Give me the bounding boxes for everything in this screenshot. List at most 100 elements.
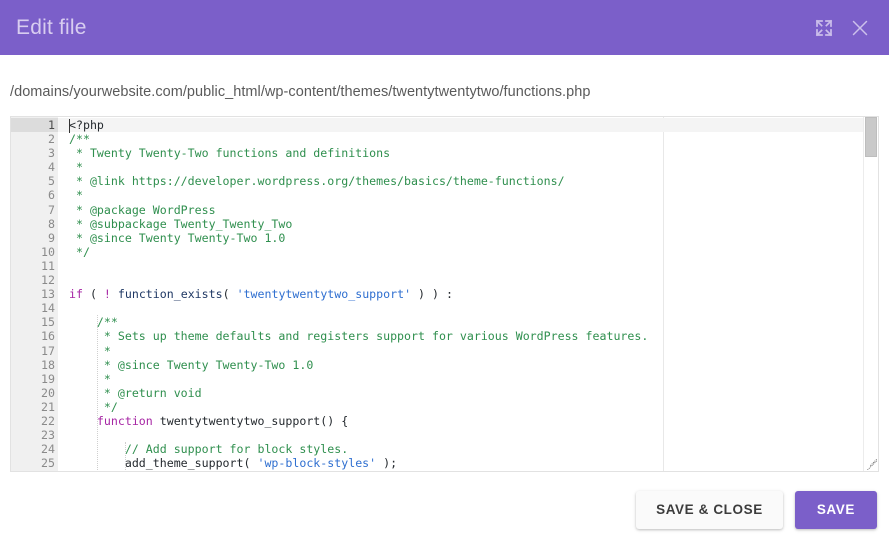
code-token-comment: * [69,343,111,358]
code-line: <?php [58,118,878,133]
line-number-text: 6 [48,188,55,203]
code-token-kw: function [96,413,153,428]
code-token-comment: * Twenty Twenty-Two functions and defini… [69,146,391,161]
code-token-comment: */ [69,399,118,414]
code-line: * [58,344,878,358]
code-token-fn: function_exists [117,287,223,302]
code-editor[interactable]: 1 2 3 4 5 6 7 8 9 10 11 12 13 14 15 16 17 18 19 20 21 22 23 24 2… [10,116,879,472]
modal-header: Edit file [0,0,889,55]
code-token-comment: * Sets up theme defaults and registers s… [69,329,649,344]
code-token-plain: ( [82,287,104,302]
line-number-text: 20 [41,385,55,400]
line-number: 19 [11,372,58,386]
expand-icon[interactable] [813,17,835,39]
code-token-plain: ( [222,287,237,302]
save-and-close-button[interactable]: SAVE & CLOSE [636,490,783,529]
code-line: * @subpackage Twenty_Twenty_Two [58,217,878,231]
code-line: /** [58,315,878,329]
line-number-text: 24 [41,442,55,457]
line-number-gutter: 1 2 3 4 5 6 7 8 9 10 11 12 13 14 15 16 17 18 19 20 21 22 23 24 2… [11,117,58,471]
line-number: 17 [11,344,58,358]
code-content-area[interactable]: <?php/** * Twenty Twenty-Two functions a… [58,117,878,471]
line-number: 22 [11,414,58,428]
code-token-comment: * [69,371,111,386]
code-token-str: 'wp-block-styles' [257,456,377,471]
line-number-text: 18 [41,357,55,372]
code-token-plain: <?php [69,118,104,132]
line-number: 10 [11,245,58,259]
line-number: 1 [11,118,58,133]
line-number-text: 7 [48,202,55,217]
code-token-comment: * @package WordPress [69,202,216,217]
line-number: 12 [11,273,58,287]
indent-guide [96,315,98,471]
editor-resize-handle[interactable] [864,457,877,470]
code-line: // Add support for block styles. [58,442,878,456]
code-line: */ [58,245,878,259]
editor-scrollbar-thumb[interactable] [865,117,877,157]
line-number: 21 [11,400,58,414]
code-line: * [58,372,878,386]
code-token-plain: ) ) : [411,287,453,302]
line-number: 18 [11,358,58,372]
line-number-text: 11 [41,258,55,273]
code-line: if ( ! function_exists( 'twentytwentytwo… [58,287,878,301]
code-line: * [58,160,878,174]
dialog-footer: SAVE & CLOSE SAVE [0,472,889,547]
line-number: 8 [11,217,58,231]
code-token-comment: * [69,188,83,203]
line-number-text: 15 [41,315,55,330]
line-number-text: 5 [48,174,55,189]
line-number: 3 [11,146,58,160]
line-number-text: 12 [41,273,55,288]
save-button[interactable]: SAVE [794,490,877,529]
line-number: 23 [11,428,58,442]
editor-vertical-scrollbar[interactable] [863,117,878,471]
code-line: /** [58,132,878,146]
code-line: * Sets up theme defaults and registers s… [58,329,878,343]
code-line: * Twenty Twenty-Two functions and defini… [58,146,878,160]
line-number-text: 14 [41,301,55,316]
code-line: * @since Twenty Twenty-Two 1.0 [58,231,878,245]
code-token-comment: /** [69,132,90,147]
line-number: 5 [11,174,58,188]
code-token-comment: * [69,160,83,175]
code-token-kw: if [69,287,83,302]
file-path-label: /domains/yourwebsite.com/public_html/wp-… [10,84,591,100]
line-number: 16 [11,329,58,343]
code-token-plain: twentytwentytwo_support() { [152,413,349,428]
code-editor-inner: 1 2 3 4 5 6 7 8 9 10 11 12 13 14 15 16 17 18 19 20 21 22 23 24 2… [11,117,878,471]
code-token-kw: ! [103,287,111,302]
code-token-comment: // Add support for block styles. [69,442,349,457]
code-token-comment: * @link https://developer.wordpress.org/… [69,174,565,189]
close-icon[interactable] [849,17,871,39]
code-line: */ [58,400,878,414]
line-number: 7 [11,203,58,217]
code-line: * @since Twenty Twenty-Two 1.0 [58,358,878,372]
code-token-comment: * @return void [69,385,202,400]
code-line: add_theme_support( 'wp-block-styles' ); [58,456,878,470]
line-number-text: 17 [41,343,55,358]
code-token-comment: /** [69,315,118,330]
line-number: 6 [11,188,58,202]
code-token-plain: ); [376,456,398,471]
code-line: * [58,188,878,202]
header-actions [813,17,871,39]
line-number: 11 [11,259,58,273]
line-number: 25 [11,456,58,470]
code-line: * @package WordPress [58,203,878,217]
line-number-text: 22 [41,413,55,428]
code-token-comment: * @since Twenty Twenty-Two 1.0 [69,357,314,372]
code-token-str: 'twentytwentytwo_support' [236,287,412,302]
line-number-text: 4 [48,160,55,175]
line-number-text: 1 [48,118,55,132]
page-title: Edit file [16,15,87,39]
line-number: 20 [11,386,58,400]
code-token-comment: * @subpackage Twenty_Twenty_Two [69,216,293,231]
